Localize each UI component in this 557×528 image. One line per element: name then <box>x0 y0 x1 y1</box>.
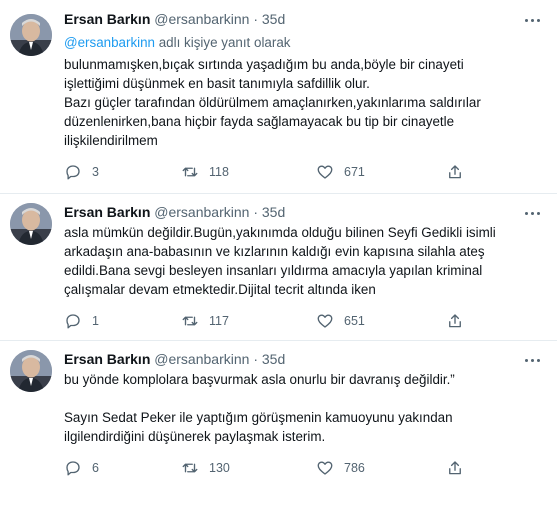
retweet-button[interactable]: 118 <box>181 162 229 182</box>
tweet-line: bu yönde komplolara başvurmak asla onurl… <box>64 372 455 387</box>
like-icon <box>316 312 334 330</box>
tweet-line: Sayın Sedat Peker ile yaptığım görüşmeni… <box>64 410 453 425</box>
action-bar: 6 130 786 <box>64 458 464 478</box>
like-count: 671 <box>344 165 365 179</box>
tweet-header: Ersan Barkın @ersanbarkinn · 35d <box>64 350 541 368</box>
author-name[interactable]: Ersan Barkın <box>64 204 150 220</box>
tweet[interactable]: Ersan Barkın @ersanbarkinn · 35d @ersanb… <box>0 10 557 190</box>
action-bar: 3 118 671 <box>64 162 464 182</box>
tweet-text: bu yönde komplolara başvurmak asla onurl… <box>64 370 541 446</box>
dot-separator: · <box>253 351 258 367</box>
tweet-text: asla mümkün değildir.Bugün,yakınımda old… <box>64 223 541 299</box>
retweet-count: 118 <box>209 165 229 179</box>
tweet-header: Ersan Barkın @ersanbarkinn · 35d <box>64 203 541 221</box>
like-button[interactable]: 671 <box>316 162 365 182</box>
like-count: 651 <box>344 314 365 328</box>
reply-count: 6 <box>92 461 99 475</box>
more-icon[interactable] <box>521 14 543 26</box>
timestamp[interactable]: 35d <box>262 351 285 367</box>
timestamp[interactable]: 35d <box>262 204 285 220</box>
dot-separator: · <box>253 11 258 27</box>
reply-count: 3 <box>92 165 99 179</box>
tweet-line: Bazı güçler tarafından öldürülmem amaçla… <box>64 95 481 110</box>
author-handle[interactable]: @ersanbarkinn <box>154 204 249 220</box>
more-icon[interactable] <box>521 207 543 219</box>
reply-suffix: adlı kişiye yanıt olarak <box>155 35 291 50</box>
replying-to: @ersanbarkinn adlı kişiye yanıt olarak <box>64 33 541 52</box>
share-button[interactable] <box>446 162 464 182</box>
retweet-icon <box>181 163 199 181</box>
reply-button[interactable]: 6 <box>64 458 99 478</box>
avatar[interactable] <box>10 14 52 56</box>
tweet-line-blank <box>64 389 541 408</box>
author-name[interactable]: Ersan Barkın <box>64 351 150 367</box>
like-button[interactable]: 651 <box>316 311 365 331</box>
tweet-line: düzenlenirken,bana hiçbir fayda sağlamay… <box>64 114 455 129</box>
avatar[interactable] <box>10 350 52 392</box>
tweet-line: işlettiğimi düşünmek en basit tanımıyla … <box>64 76 370 91</box>
share-icon <box>446 163 464 181</box>
tweet-divider <box>0 193 557 194</box>
reply-button[interactable]: 1 <box>64 311 99 331</box>
dot-separator: · <box>253 204 258 220</box>
more-icon[interactable] <box>521 354 543 366</box>
tweet[interactable]: Ersan Barkın @ersanbarkinn · 35d bu yönd… <box>0 350 557 490</box>
like-icon <box>316 459 334 477</box>
tweet-line: ilişkilendirilmem <box>64 133 158 148</box>
like-button[interactable]: 786 <box>316 458 365 478</box>
like-icon <box>316 163 334 181</box>
share-button[interactable] <box>446 458 464 478</box>
reply-icon <box>64 459 82 477</box>
like-count: 786 <box>344 461 365 475</box>
timestamp[interactable]: 35d <box>262 11 285 27</box>
tweet-line: bulunmamışken,bıçak sırtında yaşadığım b… <box>64 57 464 72</box>
author-handle[interactable]: @ersanbarkinn <box>154 351 249 367</box>
share-icon <box>446 459 464 477</box>
action-bar: 1 117 651 <box>64 311 464 331</box>
tweet-divider <box>0 340 557 341</box>
retweet-button[interactable]: 130 <box>181 458 230 478</box>
tweet-line: asla mümkün değildir.Bugün,yakınımda old… <box>64 225 496 240</box>
tweet-line: ilgilendirdiğini düşünerek paylaşmak ist… <box>64 429 326 444</box>
tweet-line: arkadaşın ana-babasının ve kızlarının ka… <box>64 244 485 259</box>
retweet-icon <box>181 312 199 330</box>
tweet-line: çalışmalar devam etmektedir.Dijital tecr… <box>64 282 376 297</box>
reply-handle-link[interactable]: @ersanbarkinn <box>64 35 155 50</box>
share-button[interactable] <box>446 311 464 331</box>
author-handle[interactable]: @ersanbarkinn <box>154 11 249 27</box>
retweet-count: 130 <box>209 461 230 475</box>
reply-button[interactable]: 3 <box>64 162 99 182</box>
retweet-button[interactable]: 117 <box>181 311 229 331</box>
share-icon <box>446 312 464 330</box>
avatar[interactable] <box>10 203 52 245</box>
tweet-text: bulunmamışken,bıçak sırtında yaşadığım b… <box>64 55 541 150</box>
tweet-line: edildi.Bana sevgi besleyen insanları yıl… <box>64 263 483 278</box>
reply-count: 1 <box>92 314 99 328</box>
tweet-thread: Ersan Barkın @ersanbarkinn · 35d @ersanb… <box>0 0 557 528</box>
retweet-icon <box>181 459 199 477</box>
author-name[interactable]: Ersan Barkın <box>64 11 150 27</box>
reply-icon <box>64 163 82 181</box>
reply-icon <box>64 312 82 330</box>
retweet-count: 117 <box>209 314 229 328</box>
tweet-header: Ersan Barkın @ersanbarkinn · 35d <box>64 10 541 28</box>
tweet[interactable]: Ersan Barkın @ersanbarkinn · 35d asla mü… <box>0 203 557 343</box>
